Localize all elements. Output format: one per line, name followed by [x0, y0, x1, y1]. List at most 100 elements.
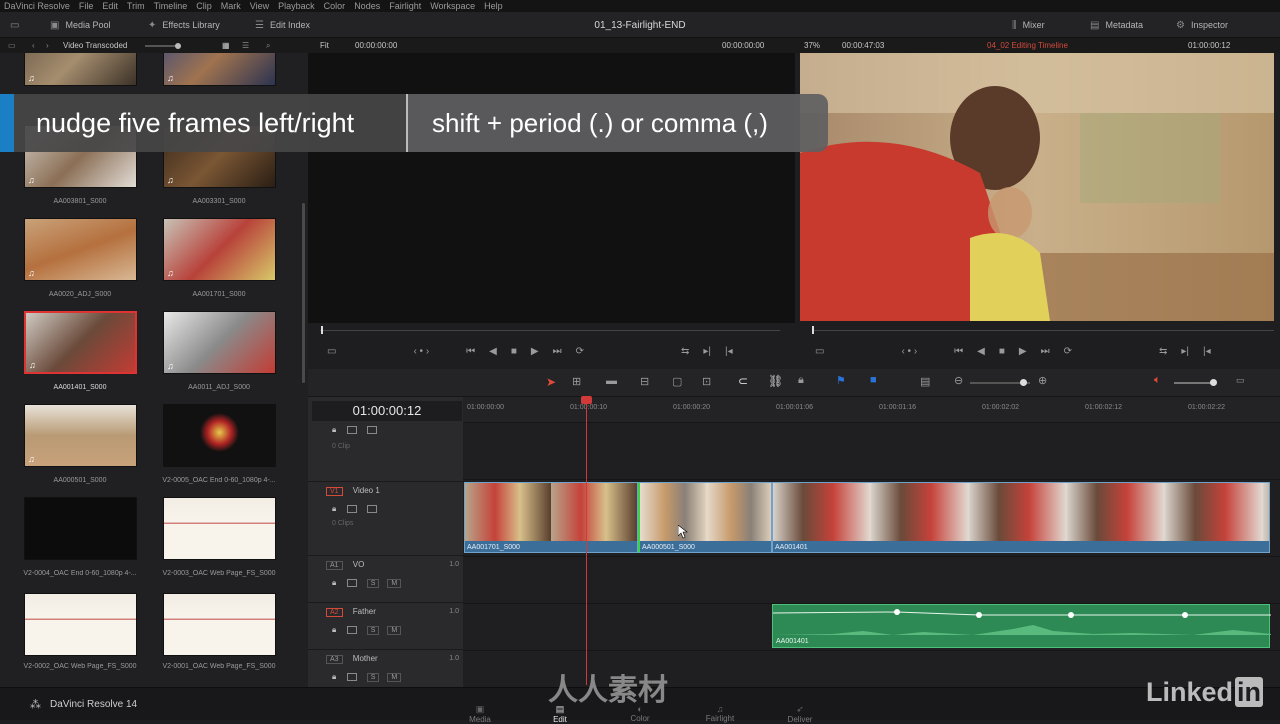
lock-icon[interactable]: 🔒︎ — [798, 374, 804, 387]
go-to-end-icon[interactable]: ⏭ — [1041, 346, 1050, 357]
v1-track-name[interactable]: Video 1 — [353, 486, 380, 495]
source-scrubber[interactable] — [320, 330, 780, 331]
timeline-view-options-icon[interactable]: ▤ — [920, 375, 930, 388]
menu-item-fairlight[interactable]: Fairlight — [389, 1, 421, 11]
replace-clip-icon[interactable]: ⊡ — [702, 375, 711, 388]
lock-icon[interactable]: 🔒︎ — [332, 672, 336, 681]
overwrite-clip-icon[interactable]: ▢ — [672, 375, 682, 388]
bin-name[interactable]: Video Transcoded — [63, 38, 127, 53]
menu-item-mark[interactable]: Mark — [221, 1, 241, 11]
effects-library-button[interactable]: ✦ Effects Library — [148, 12, 220, 38]
clip-thumbnail[interactable] — [163, 404, 276, 467]
mark-in-icon[interactable]: ▸| — [703, 346, 711, 357]
a3-track-name[interactable]: Mother — [353, 654, 378, 663]
auto-select-icon[interactable] — [346, 578, 357, 587]
jog-icon[interactable]: ‹ • › — [413, 346, 429, 357]
zoom-out-icon[interactable]: ⊖ — [954, 374, 963, 387]
viewer-mode-icon[interactable]: ▭ — [327, 346, 336, 357]
media-pool-scrollbar[interactable] — [302, 203, 305, 383]
play-icon[interactable]: ▶ — [1019, 346, 1027, 357]
clip-thumbnail[interactable]: ♫ — [24, 404, 137, 467]
clip-thumbnail[interactable] — [163, 497, 276, 560]
match-frame-icon[interactable]: ⇆ — [1159, 346, 1167, 357]
blade-tool-icon[interactable]: ▬ — [606, 375, 617, 387]
timeline-playhead[interactable] — [586, 397, 587, 685]
marker-icon[interactable]: ■ — [870, 374, 877, 386]
selection-tool-icon[interactable]: ➤ — [546, 375, 556, 389]
lock-icon[interactable]: 🔒︎ — [332, 504, 336, 513]
clip-thumbnail[interactable]: ♫ — [24, 218, 137, 281]
timeline-video-clip[interactable]: AA001701_S000 — [464, 482, 638, 553]
menu-item-app[interactable]: DaVinci Resolve — [4, 1, 70, 11]
linked-selection-icon[interactable]: ⛓ — [768, 374, 783, 388]
v1-destination-tag[interactable]: V1 — [326, 487, 343, 496]
track-enable-icon[interactable] — [366, 425, 377, 434]
page-media[interactable]: ▣ Media — [450, 704, 510, 724]
mark-out-icon[interactable]: |◂ — [1203, 346, 1211, 357]
loop-icon[interactable]: ⟳ — [576, 346, 584, 357]
solo-button[interactable]: S — [366, 579, 380, 588]
loop-icon[interactable]: ⟳ — [1064, 346, 1072, 357]
edit-index-button[interactable]: ☰ Edit Index — [255, 12, 310, 38]
clip-thumbnail[interactable] — [24, 497, 137, 560]
auto-select-icon[interactable] — [346, 425, 357, 434]
source-playhead[interactable] — [321, 326, 323, 334]
auto-select-icon[interactable] — [346, 504, 357, 513]
snapping-icon[interactable]: ⊂ — [738, 374, 748, 388]
match-frame-icon[interactable]: ⇆ — [681, 346, 689, 357]
fit-dropdown[interactable]: Fit — [320, 38, 329, 53]
menu-item-view[interactable]: View — [250, 1, 269, 11]
zoom-dropdown[interactable]: 37% — [804, 38, 820, 53]
layout-icon[interactable]: ▭ — [8, 38, 16, 53]
a2-track-name[interactable]: Father — [353, 607, 376, 616]
lock-icon[interactable]: 🔒︎ — [332, 625, 336, 634]
playhead-handle[interactable] — [581, 396, 592, 404]
clip-thumbnail[interactable]: ♫ — [163, 311, 276, 374]
menu-item-timeline[interactable]: Timeline — [154, 1, 188, 11]
a1-tag[interactable]: A1 — [326, 561, 343, 570]
dim-icon[interactable]: ▭ — [1236, 375, 1245, 386]
play-reverse-icon[interactable]: ◀ — [489, 346, 497, 357]
clip-thumbnail[interactable]: ♫ — [24, 53, 137, 86]
grid-view-icon[interactable]: ▦ — [222, 38, 230, 53]
stop-icon[interactable]: ■ — [511, 346, 517, 357]
inspector-button[interactable]: ⚙ Inspector — [1176, 12, 1228, 38]
page-deliver[interactable]: ➶ Deliver — [770, 704, 830, 724]
thumb-size-slider[interactable] — [145, 38, 185, 53]
clip-thumbnail[interactable]: ♫ — [163, 53, 276, 86]
clip-thumbnail[interactable] — [24, 593, 137, 656]
mute-button[interactable]: M — [387, 579, 402, 588]
menu-item-file[interactable]: File — [79, 1, 94, 11]
back-icon[interactable]: ‹ — [32, 38, 35, 53]
timeline-video-clip[interactable]: AA001401 — [772, 482, 1270, 553]
a1-track-name[interactable]: VO — [353, 560, 365, 569]
menu-item-help[interactable]: Help — [484, 1, 503, 11]
track-enable-icon[interactable] — [366, 504, 377, 513]
lock-icon[interactable]: 🔒︎ — [332, 578, 336, 587]
stop-icon[interactable]: ■ — [999, 346, 1005, 357]
play-reverse-icon[interactable]: ◀ — [977, 346, 985, 357]
solo-button[interactable]: S — [366, 626, 380, 635]
clip-thumbnail[interactable] — [163, 593, 276, 656]
go-to-start-icon[interactable]: ⏮ — [954, 346, 963, 357]
list-view-icon[interactable]: ☰ — [242, 38, 249, 53]
flag-icon[interactable]: ⚑ — [836, 374, 846, 387]
menu-item-color[interactable]: Color — [324, 1, 346, 11]
timeline-scrubber[interactable] — [812, 330, 1274, 331]
forward-icon[interactable]: › — [46, 38, 49, 53]
go-to-start-icon[interactable]: ⏮ — [466, 346, 475, 357]
menu-item-nodes[interactable]: Nodes — [354, 1, 380, 11]
timeline-audio-clip[interactable]: AA001401 — [772, 604, 1271, 648]
trim-tool-icon[interactable]: ⊞ — [572, 375, 581, 388]
timeline-name-dropdown[interactable]: 04_02 Editing Timeline — [987, 38, 1068, 53]
menu-item-clip[interactable]: Clip — [196, 1, 212, 11]
timeline-video-clip[interactable]: AA000501_S000 — [638, 482, 772, 553]
clip-thumbnail[interactable]: ♫ — [163, 218, 276, 281]
menu-item-trim[interactable]: Trim — [127, 1, 145, 11]
mute-icon[interactable]: 🔈︎ — [1154, 374, 1161, 387]
timeline-viewer-playhead[interactable] — [812, 326, 814, 334]
menu-item-playback[interactable]: Playback — [278, 1, 315, 11]
a2-tag[interactable]: A2 — [326, 608, 343, 617]
clip-thumbnail-selected[interactable]: ♫ — [24, 311, 137, 374]
auto-select-icon[interactable] — [346, 672, 357, 681]
